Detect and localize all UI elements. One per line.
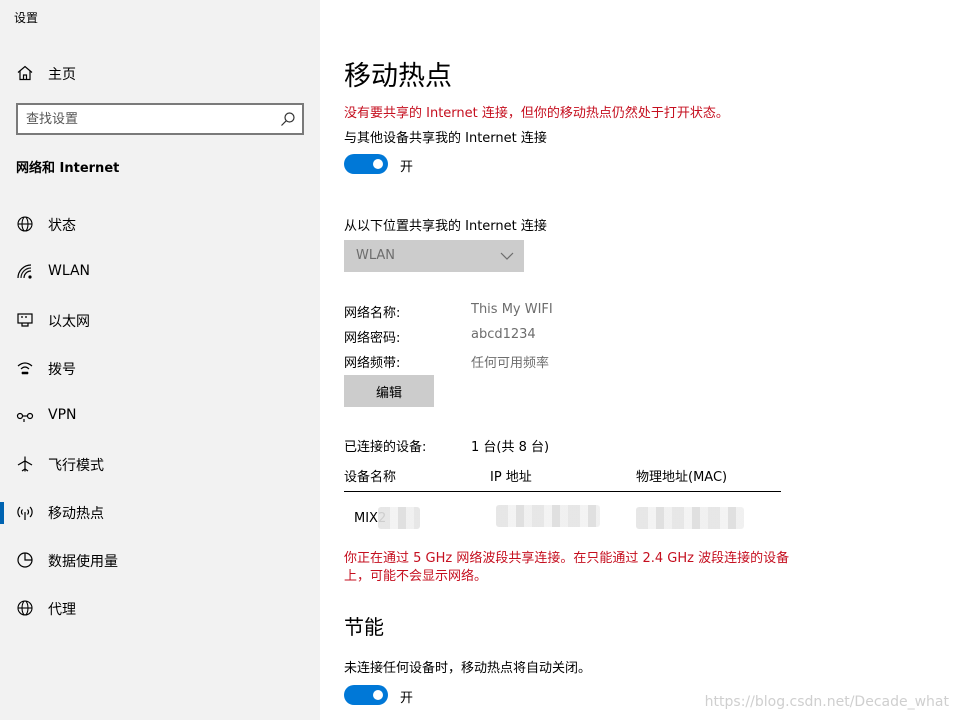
table-divider [344,491,781,492]
globe-status-icon [16,215,34,233]
edit-button[interactable]: 编辑 [344,375,434,407]
sidebar-item-label: 数据使用量 [48,554,118,570]
sidebar-item-airplane-mode[interactable]: 飞行模式 [0,444,320,484]
home-icon [16,64,34,82]
search-input[interactable] [26,109,266,129]
chevron-down-icon [500,250,514,262]
search-icon[interactable] [280,111,296,127]
connected-devices-value: 1 台(共 8 台) [471,440,550,455]
share-from-dropdown[interactable]: WLAN [344,240,524,272]
sidebar-item-label: 代理 [48,602,76,618]
sidebar-item-label: VPN [48,407,77,423]
sidebar: 设置 主页 网络和 Internet 状态 W [0,0,320,720]
network-name-key: 网络名称: [344,306,401,321]
network-name-value: This My WIFI [471,302,553,317]
warning-band: 你正在通过 5 GHz 网络波段共享连接。在只能通过 2.4 GHz 波段连接的… [344,551,790,584]
active-indicator [0,502,4,524]
power-saving-desc: 未连接任何设备时，移动热点将自动关闭。 [344,661,592,676]
toggle-knob [373,690,383,700]
sidebar-item-label: WLAN [48,263,91,279]
main-panel: 移动热点 没有要共享的 Internet 连接，但你的移动热点仍然处于打开状态。… [320,0,959,720]
dialup-icon [16,359,34,377]
sidebar-item-data-usage[interactable]: 数据使用量 [0,540,320,580]
dropdown-value: WLAN [356,248,396,263]
search-box[interactable] [16,103,304,135]
share-from-label: 从以下位置共享我的 Internet 连接 [344,219,547,234]
data-usage-icon [16,551,34,569]
sidebar-item-wlan[interactable]: WLAN [0,252,320,292]
vpn-icon [16,407,34,425]
wifi-icon [16,263,34,281]
app-title: 设置 [14,11,39,25]
connected-devices-key: 已连接的设备: [344,440,427,455]
sidebar-item-label: 主页 [48,67,76,83]
table-header-mac: 物理地址(MAC) [636,470,728,485]
toggle-knob [373,159,383,169]
warning-no-connection: 没有要共享的 Internet 连接，但你的移动热点仍然处于打开状态。 [344,106,729,121]
section-title: 网络和 Internet [16,161,120,176]
network-band-value: 任何可用频率 [471,356,550,371]
sidebar-item-label: 飞行模式 [48,458,104,474]
redacted-ip [496,505,600,527]
redacted-mac [636,507,744,529]
power-saving-heading: 节能 [344,615,384,639]
airplane-icon [16,455,34,473]
sidebar-item-vpn[interactable]: VPN [0,396,320,436]
sidebar-item-dialup[interactable]: 拨号 [0,348,320,388]
network-password-key: 网络密码: [344,331,401,346]
watermark: https://blog.csdn.net/Decade_what [704,694,949,710]
table-header-ip: IP 地址 [490,470,532,485]
page-title: 移动热点 [344,61,452,92]
sidebar-item-ethernet[interactable]: 以太网 [0,300,320,340]
hotspot-icon [16,503,34,521]
sidebar-item-label: 移动热点 [48,506,104,522]
sidebar-item-label: 拨号 [48,362,76,378]
sidebar-item-mobile-hotspot[interactable]: 移动热点 [0,492,320,532]
sidebar-item-proxy[interactable]: 代理 [0,588,320,628]
sidebar-item-label: 以太网 [48,314,90,330]
power-toggle-state: 开 [400,691,414,706]
share-toggle-state: 开 [400,160,414,175]
proxy-globe-icon [16,599,34,617]
ethernet-icon [16,311,34,329]
network-band-key: 网络频带: [344,356,401,371]
share-label: 与其他设备共享我的 Internet 连接 [344,131,547,146]
sidebar-item-home[interactable]: 主页 [0,56,320,90]
sidebar-item-label: 状态 [48,218,76,234]
share-toggle[interactable] [344,154,388,174]
table-header-device: 设备名称 [344,470,397,485]
sidebar-item-status[interactable]: 状态 [0,204,320,244]
power-saving-toggle[interactable] [344,685,388,705]
redacted-device-suffix [378,507,420,529]
network-password-value: abcd1234 [471,327,536,342]
